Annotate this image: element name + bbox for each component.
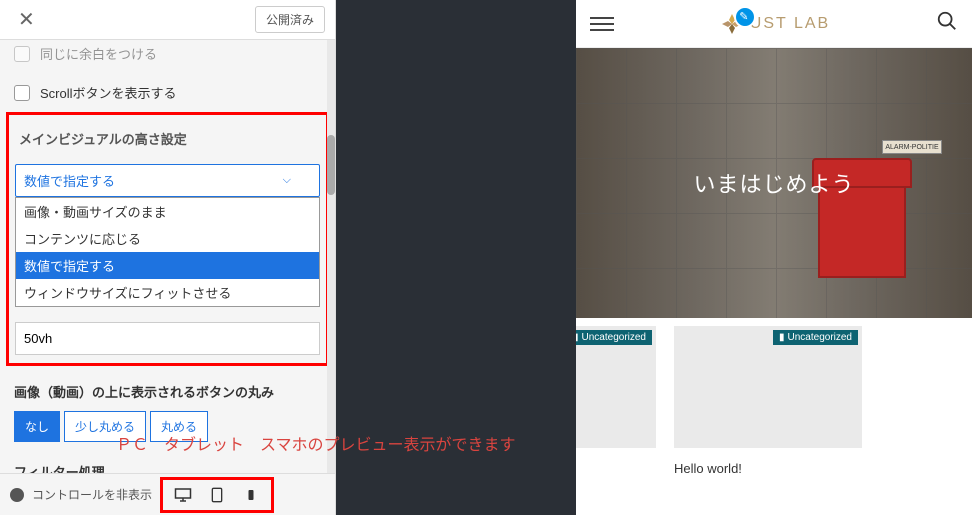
folder-icon: ▮ bbox=[779, 332, 785, 343]
dropdown-option-original[interactable]: 画像・動画サイズのまま bbox=[16, 198, 319, 225]
annotation-text: ＰＣ タブレット スマホのプレビュー表示ができます bbox=[116, 431, 966, 455]
scrollbar-thumb[interactable] bbox=[327, 135, 335, 195]
mailbox-label: ALARM-POLITIE bbox=[882, 140, 942, 154]
post-title[interactable]: Hello world! bbox=[674, 461, 742, 476]
search-icon[interactable] bbox=[936, 10, 958, 37]
category-tag[interactable]: ▮ Uncategorized bbox=[773, 330, 858, 345]
hamburger-menu-icon[interactable] bbox=[590, 13, 614, 35]
button-round-title: 画像（動画）の上に表示されるボタンの丸み bbox=[0, 366, 335, 411]
post-cards: ▮ Uncategorized ▮ Uncategorized Hello wo… bbox=[576, 318, 972, 448]
hide-controls-link[interactable]: コントロールを非表示 bbox=[32, 486, 152, 503]
chevron-down-icon: ⌵ bbox=[283, 174, 291, 187]
checkbox-icon bbox=[14, 46, 30, 62]
logo-text: UST LAB bbox=[750, 15, 830, 33]
hero-visual: ALARM-POLITIE いまはじめよう bbox=[576, 48, 972, 318]
checkbox-label: 同じに余白をつける bbox=[40, 44, 157, 63]
height-settings-section: メインビジュアルの高さ設定 数値で指定する ⌵ 画像・動画サイズのまま コンテン… bbox=[6, 112, 329, 366]
category-label: Uncategorized bbox=[582, 332, 646, 343]
checkbox-row-scroll[interactable]: Scrollボタンを表示する bbox=[0, 73, 335, 112]
dropdown-option-numeric[interactable]: 数値で指定する bbox=[16, 252, 319, 279]
preview-gutter: ＰＣ タブレット スマホのプレビュー表示ができます bbox=[336, 0, 576, 515]
select-box[interactable]: 数値で指定する ⌵ bbox=[15, 164, 320, 197]
category-label: Uncategorized bbox=[788, 332, 852, 343]
publish-button[interactable]: 公開済み bbox=[255, 6, 325, 33]
logo-flower-icon: ✎ bbox=[720, 12, 744, 36]
checkbox-row-margin[interactable]: 同じに余白をつける bbox=[0, 40, 335, 73]
close-button[interactable]: ✕ bbox=[10, 7, 43, 32]
device-preview-toggles bbox=[160, 477, 274, 513]
section-title: メインビジュアルの高さ設定 bbox=[15, 123, 320, 160]
post-card[interactable]: ▮ Uncategorized Hello world! bbox=[674, 326, 862, 448]
mobile-icon[interactable] bbox=[241, 486, 261, 504]
site-logo[interactable]: ✎ UST LAB bbox=[720, 12, 830, 36]
folder-icon: ▮ bbox=[576, 332, 579, 343]
select-value: 数値で指定する bbox=[24, 171, 115, 190]
scrollbar[interactable] bbox=[327, 40, 335, 473]
category-tag[interactable]: ▮ Uncategorized bbox=[576, 330, 652, 345]
checkbox-label: Scrollボタンを表示する bbox=[40, 83, 177, 102]
panel-header: ✕ 公開済み bbox=[0, 0, 335, 40]
dropdown-list: 画像・動画サイズのまま コンテンツに応じる 数値で指定する ウィンドウサイズにフ… bbox=[15, 197, 320, 307]
radio-none[interactable]: なし bbox=[14, 411, 60, 442]
preview-header: ✎ UST LAB bbox=[576, 0, 972, 48]
height-value-input[interactable] bbox=[15, 322, 320, 355]
gear-icon[interactable] bbox=[10, 488, 24, 502]
post-card[interactable]: ▮ Uncategorized bbox=[576, 326, 656, 448]
edit-badge-icon[interactable]: ✎ bbox=[734, 6, 756, 28]
hero-title: いまはじめよう bbox=[693, 167, 854, 199]
dropdown-option-window[interactable]: ウィンドウサイズにフィットさせる bbox=[16, 279, 319, 306]
dropdown-option-content[interactable]: コンテンツに応じる bbox=[16, 225, 319, 252]
height-select[interactable]: 数値で指定する ⌵ 画像・動画サイズのまま コンテンツに応じる 数値で指定する … bbox=[15, 164, 320, 197]
checkbox-icon bbox=[14, 85, 30, 101]
desktop-icon[interactable] bbox=[173, 486, 193, 504]
tablet-icon[interactable] bbox=[207, 486, 227, 504]
panel-footer: コントロールを非表示 bbox=[0, 473, 335, 515]
